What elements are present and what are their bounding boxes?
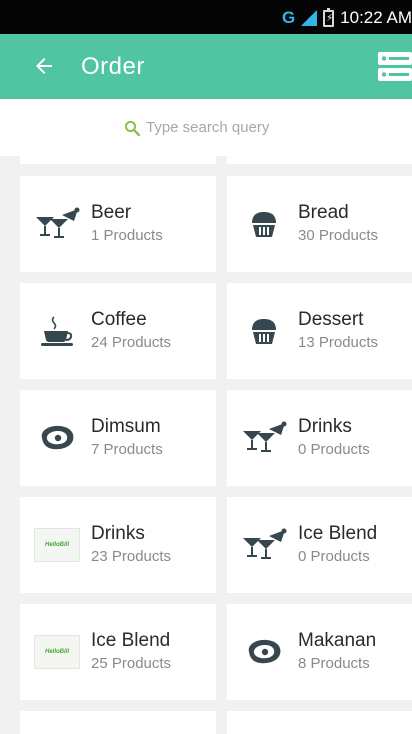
- category-grid: Beer 1 Products Bread 30 Products Coffee…: [0, 156, 412, 734]
- partial-card[interactable]: [227, 711, 412, 734]
- category-card-drinks-hellobill[interactable]: HelloBill Drinks 23 Products: [20, 497, 216, 593]
- category-count: 0 Products: [298, 548, 370, 565]
- category-card-drinks[interactable]: Drinks 0 Products: [227, 390, 412, 486]
- signal-icon: [301, 10, 318, 26]
- cupcake-icon: [240, 311, 288, 351]
- category-name: Ice Blend: [298, 523, 378, 544]
- arrow-left-icon[interactable]: [32, 54, 56, 78]
- partial-card[interactable]: [20, 156, 216, 164]
- cocktail-glasses-icon: [240, 418, 288, 458]
- page-title: Order: [81, 53, 145, 80]
- search-input[interactable]: [146, 119, 296, 136]
- hellobill-logo: HelloBill: [33, 632, 81, 672]
- category-card-makanan[interactable]: Makanan 8 Products: [227, 604, 412, 700]
- category-count: 8 Products: [298, 655, 370, 672]
- category-name: Beer: [91, 202, 132, 223]
- category-card-ice-blend[interactable]: Ice Blend 0 Products: [227, 497, 412, 593]
- network-type: G: [281, 8, 296, 27]
- category-name: Makanan: [298, 630, 377, 651]
- category-count: 0 Products: [298, 441, 370, 458]
- category-count: 13 Products: [298, 334, 379, 351]
- partial-card[interactable]: [227, 156, 412, 164]
- order-screen: G ⚡ 10:22 AM Order Type search query Bee…: [0, 0, 412, 734]
- search-bar: [0, 99, 412, 156]
- partial-card[interactable]: [20, 711, 216, 734]
- cocktail-glasses-icon: [240, 525, 288, 565]
- category-name: Drinks: [91, 523, 145, 544]
- category-name: Coffee: [91, 309, 147, 330]
- category-name: Dessert: [298, 309, 364, 330]
- category-name: Dimsum: [91, 416, 161, 437]
- search-icon: [124, 120, 140, 136]
- category-card-beer[interactable]: Beer 1 Products: [20, 176, 216, 272]
- coffee-cup-icon: [33, 311, 81, 351]
- hellobill-logo: HelloBill: [33, 525, 81, 565]
- category-card-bread[interactable]: Bread 30 Products: [227, 176, 412, 272]
- category-count: 25 Products: [91, 655, 172, 672]
- category-count: 23 Products: [91, 548, 172, 565]
- cupcake-icon: [240, 204, 288, 244]
- status-bar: G ⚡ 10:22 AM: [0, 0, 412, 34]
- category-card-coffee[interactable]: Coffee 24 Products: [20, 283, 216, 379]
- battery-icon: ⚡: [323, 7, 335, 27]
- logo-text: HelloBill: [44, 542, 69, 548]
- steak-icon: [240, 632, 288, 672]
- logo-text: HelloBill: [44, 649, 69, 655]
- category-count: 7 Products: [91, 441, 163, 458]
- cocktail-glasses-icon: [33, 204, 81, 244]
- category-name: Ice Blend: [91, 630, 171, 651]
- steak-icon: [33, 418, 81, 458]
- clock: 10:22 AM: [340, 8, 412, 27]
- category-card-ice-blend-hellobill[interactable]: HelloBill Ice Blend 25 Products: [20, 604, 216, 700]
- category-name: Bread: [298, 202, 349, 223]
- category-card-dimsum[interactable]: Dimsum 7 Products: [20, 390, 216, 486]
- app-bar: Order: [0, 34, 412, 99]
- category-name: Drinks: [298, 416, 352, 437]
- category-count: 24 Products: [91, 334, 172, 351]
- server-list-icon[interactable]: [378, 52, 412, 82]
- category-count: 30 Products: [298, 227, 379, 244]
- category-card-dessert[interactable]: Dessert 13 Products: [227, 283, 412, 379]
- category-count: 1 Products: [91, 227, 163, 244]
